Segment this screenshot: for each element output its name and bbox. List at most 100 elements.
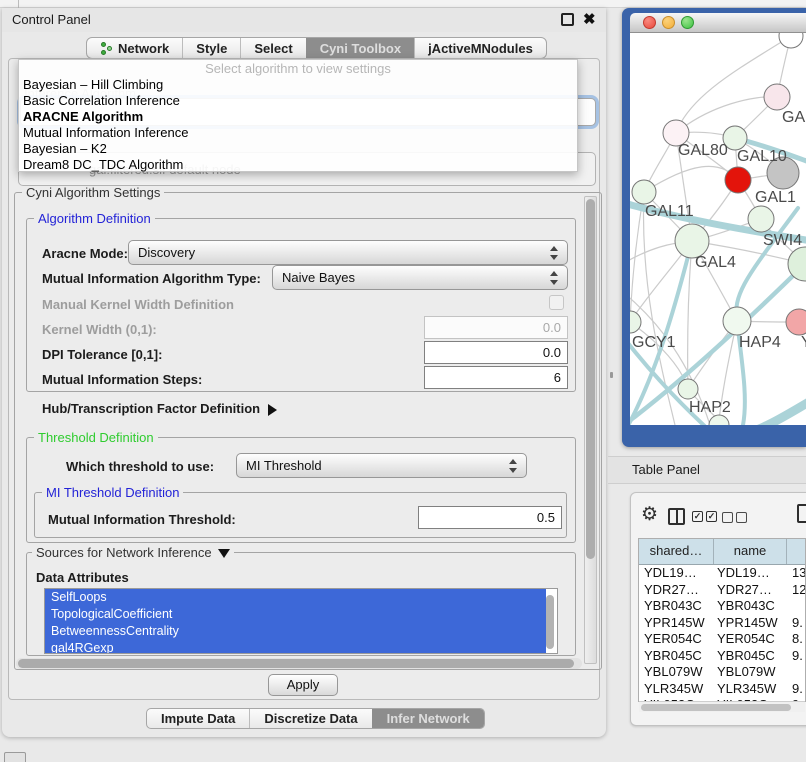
dropdown-item[interactable]: Bayesian – K2 [19, 141, 577, 157]
attribute-list-item[interactable]: TopologicalCoefficient [45, 606, 546, 623]
attribute-list-item[interactable]: gal4RGexp [45, 640, 546, 654]
dropdown-item[interactable]: Dream8 DC_TDC Algorithm [19, 157, 577, 173]
mi-steps-input[interactable]: 6 [424, 366, 568, 389]
network-icon [100, 42, 113, 55]
expand-arrow-icon[interactable] [268, 404, 277, 416]
tab-label: jActiveMNodules [428, 41, 533, 56]
float-window-icon[interactable] [561, 13, 574, 26]
dropdown-item[interactable]: Basic Correlation Inference [19, 93, 577, 109]
network-canvas[interactable]: GALGAL80GAL10GAL1GAL11SWI4GAL4GCY1HAP4YH… [630, 33, 806, 425]
control-panel-titlebar [2, 8, 606, 32]
tab-label: Select [254, 41, 292, 56]
mi-threshold-input[interactable]: 0.5 [418, 506, 562, 529]
sources-group-title[interactable]: Sources for Network Inference [32, 546, 234, 559]
network-window-titlebar[interactable] [630, 13, 806, 33]
network-node[interactable] [632, 180, 656, 204]
bottom-tab-infer-network[interactable]: Infer Network [372, 709, 484, 728]
attribute-list-item[interactable]: SelfLoops [45, 589, 546, 606]
kernel-width-input[interactable]: 0.0 [424, 316, 568, 339]
mi-type-select[interactable]: Naive Bayes [272, 265, 568, 290]
column-split-icon[interactable] [668, 508, 685, 525]
threshold-definition-title: Threshold Definition [34, 431, 158, 444]
tab-style[interactable]: Style [182, 38, 240, 58]
table-row[interactable]: YPR145WYPR145W9. [639, 615, 805, 632]
network-node[interactable] [675, 224, 709, 258]
close-traffic-light-icon[interactable] [643, 16, 656, 29]
dock-mini-button[interactable] [4, 752, 26, 762]
table-header-third[interactable] [787, 539, 805, 564]
network-node[interactable] [709, 415, 729, 425]
partial-column-icon[interactable] [797, 504, 806, 523]
table-header-name[interactable]: name [714, 539, 787, 564]
table-scrollbar-thumb[interactable] [641, 704, 791, 711]
cell-name: YDL19… [714, 565, 787, 582]
panel-title: Control Panel [12, 12, 91, 27]
cell-name: YER054C [714, 631, 787, 648]
node-label: GAL1 [755, 189, 796, 206]
gear-icon[interactable]: ⚙ [641, 505, 658, 525]
settings-horizontal-scrollbar-thumb[interactable] [18, 659, 574, 668]
data-attributes-label: Data Attributes [36, 570, 129, 585]
network-node[interactable] [779, 33, 803, 48]
network-graph[interactable]: GALGAL80GAL10GAL1GAL11SWI4GAL4GCY1HAP4YH… [630, 33, 806, 425]
network-edge[interactable] [644, 166, 738, 192]
cell-name: YPR145W [714, 615, 787, 632]
collapse-arrow-icon[interactable] [218, 549, 230, 558]
network-edge[interactable] [630, 192, 644, 322]
table-header-row: shared… name [639, 539, 805, 565]
list-scrollbar[interactable] [546, 591, 556, 651]
unchecked-boxes-icon[interactable] [722, 512, 747, 523]
network-node[interactable] [764, 84, 790, 110]
apply-button[interactable]: Apply [268, 674, 338, 696]
bottom-tab-discretize-data[interactable]: Discretize Data [249, 709, 371, 728]
table-row[interactable]: YER054CYER054C8. [639, 631, 805, 648]
which-threshold-select[interactable]: MI Threshold [236, 453, 527, 478]
network-edge-thick[interactable] [742, 399, 806, 425]
dropdown-item[interactable]: ARACNE Algorithm [19, 109, 577, 125]
cell-value: 9. [787, 648, 805, 665]
network-node[interactable] [723, 307, 751, 335]
cell-shared-name: YDL19… [639, 565, 714, 582]
mi-type-value: Naive Bayes [282, 270, 355, 285]
tab-cyni-toolbox[interactable]: Cyni Toolbox [306, 38, 414, 58]
table-row[interactable]: YBR043CYBR043C [639, 598, 805, 615]
aracne-mode-select[interactable]: Discovery [128, 240, 568, 265]
bottom-tab-impute-data[interactable]: Impute Data [147, 709, 249, 728]
table-row[interactable]: YDL19…YDL19…13 [639, 565, 805, 582]
network-node[interactable] [748, 206, 774, 232]
mi-threshold-label: Mutual Information Threshold: [48, 512, 236, 527]
cell-shared-name: YBR043C [639, 598, 714, 615]
dropdown-item[interactable]: Bayesian – Hill Climbing [19, 77, 577, 93]
network-node[interactable] [725, 167, 751, 193]
cell-name: YDR27… [714, 582, 787, 599]
list-scrollbar-thumb[interactable] [546, 595, 554, 649]
minimize-traffic-light-icon[interactable] [662, 16, 675, 29]
attribute-list-item[interactable]: BetweennessCentrality [45, 623, 546, 640]
checked-boxes-icon[interactable]: ✓✓ [692, 511, 717, 522]
table-row[interactable]: YDR27…YDR27…12 [639, 582, 805, 599]
bottom-tabs: Impute DataDiscretize DataInfer Network [146, 708, 485, 729]
zoom-traffic-light-icon[interactable] [681, 16, 694, 29]
table-horizontal-scrollbar[interactable] [639, 701, 805, 712]
network-node[interactable] [630, 311, 641, 333]
table-row[interactable]: YBR045CYBR045C9. [639, 648, 805, 665]
manual-kernel-checkbox[interactable] [549, 295, 564, 310]
dropdown-item[interactable]: Mutual Information Inference [19, 125, 577, 141]
tab-jactivemnodules[interactable]: jActiveMNodules [414, 38, 546, 58]
aracne-mode-value: Discovery [138, 245, 195, 260]
tab-network[interactable]: Network [87, 38, 182, 58]
tab-label: Style [196, 41, 227, 56]
settings-vertical-scrollbar-thumb[interactable] [586, 199, 595, 559]
table-header-shared[interactable]: shared… [639, 539, 714, 564]
network-edge[interactable] [676, 97, 777, 133]
table-row[interactable]: YLR345WYLR345W9. [639, 681, 805, 698]
network-node[interactable] [678, 379, 698, 399]
table-row[interactable]: YBL079WYBL079W [639, 664, 805, 681]
cell-value: 12 [787, 582, 805, 599]
hub-definition-toggle[interactable]: Hub/Transcription Factor Definition [42, 401, 277, 416]
tab-select[interactable]: Select [240, 38, 305, 58]
dpi-tolerance-input[interactable]: 0.0 [424, 341, 568, 364]
close-icon[interactable]: ✖ [583, 10, 596, 28]
divider-grip[interactable] [610, 372, 613, 378]
network-node[interactable] [786, 309, 806, 335]
